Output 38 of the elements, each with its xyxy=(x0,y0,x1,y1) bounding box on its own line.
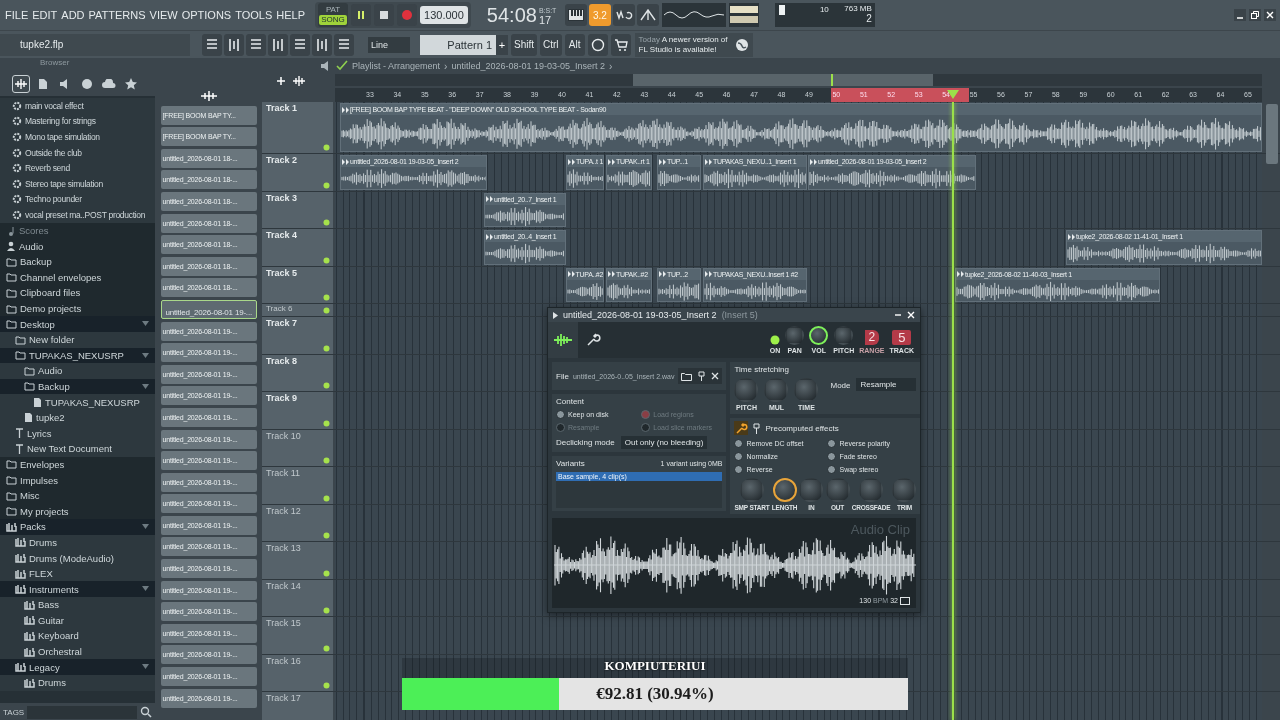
field-label: Declicking mode xyxy=(556,438,615,447)
goal-amount: €92.81 (30.94%) xyxy=(595,683,715,705)
track-name: Track 5 xyxy=(266,267,298,278)
browser-title: Browser xyxy=(40,58,70,67)
memory-value: 763 MB xyxy=(844,4,872,13)
track-name: Track 10 xyxy=(266,430,301,441)
track-name: Track 7 xyxy=(266,318,298,328)
track-name: Track 13 xyxy=(266,543,301,553)
track-name: Track 8 xyxy=(266,355,298,366)
track-name: Track 1 xyxy=(266,103,298,113)
goal-title: KOMPIUTERIUI xyxy=(604,658,706,674)
track-name: Track 11 xyxy=(266,468,300,478)
window-title: untitled_2026-08-01 19-03-05_Insert 2 xyxy=(563,310,717,320)
file-label: File xyxy=(556,371,569,381)
track-name: Track 16 xyxy=(266,655,301,666)
breadcrumb-separator: › xyxy=(609,60,613,72)
section-title: Content xyxy=(556,397,586,406)
breadcrumb-separator: › xyxy=(444,60,448,72)
track-name: Track 14 xyxy=(266,580,301,591)
track-name: Track 9 xyxy=(266,393,298,403)
window-subtitle: (Insert 5) xyxy=(721,310,758,320)
cpu-value: 10 xyxy=(819,5,829,16)
track-name: Track 17 xyxy=(266,693,301,703)
section-title: Precomputed effects xyxy=(765,423,839,433)
section-title: Variants xyxy=(556,459,585,468)
polyphony-value: 2 xyxy=(866,13,872,24)
song-time: 54:08 xyxy=(486,4,537,26)
track-name: Track 6 xyxy=(266,304,293,313)
tags-label: TAGS xyxy=(3,707,25,717)
track-name: Track 15 xyxy=(266,618,301,628)
track-name: Track 3 xyxy=(266,192,298,203)
project-filename: tupke2.flp xyxy=(20,39,64,50)
track-name: Track 12 xyxy=(266,505,301,516)
track-name: Track 4 xyxy=(266,230,298,240)
section-title: Time stretching xyxy=(734,365,790,374)
field-label: Mode xyxy=(830,381,851,390)
song-time-ticks: 17 xyxy=(538,14,553,26)
track-name: Track 2 xyxy=(266,155,298,165)
